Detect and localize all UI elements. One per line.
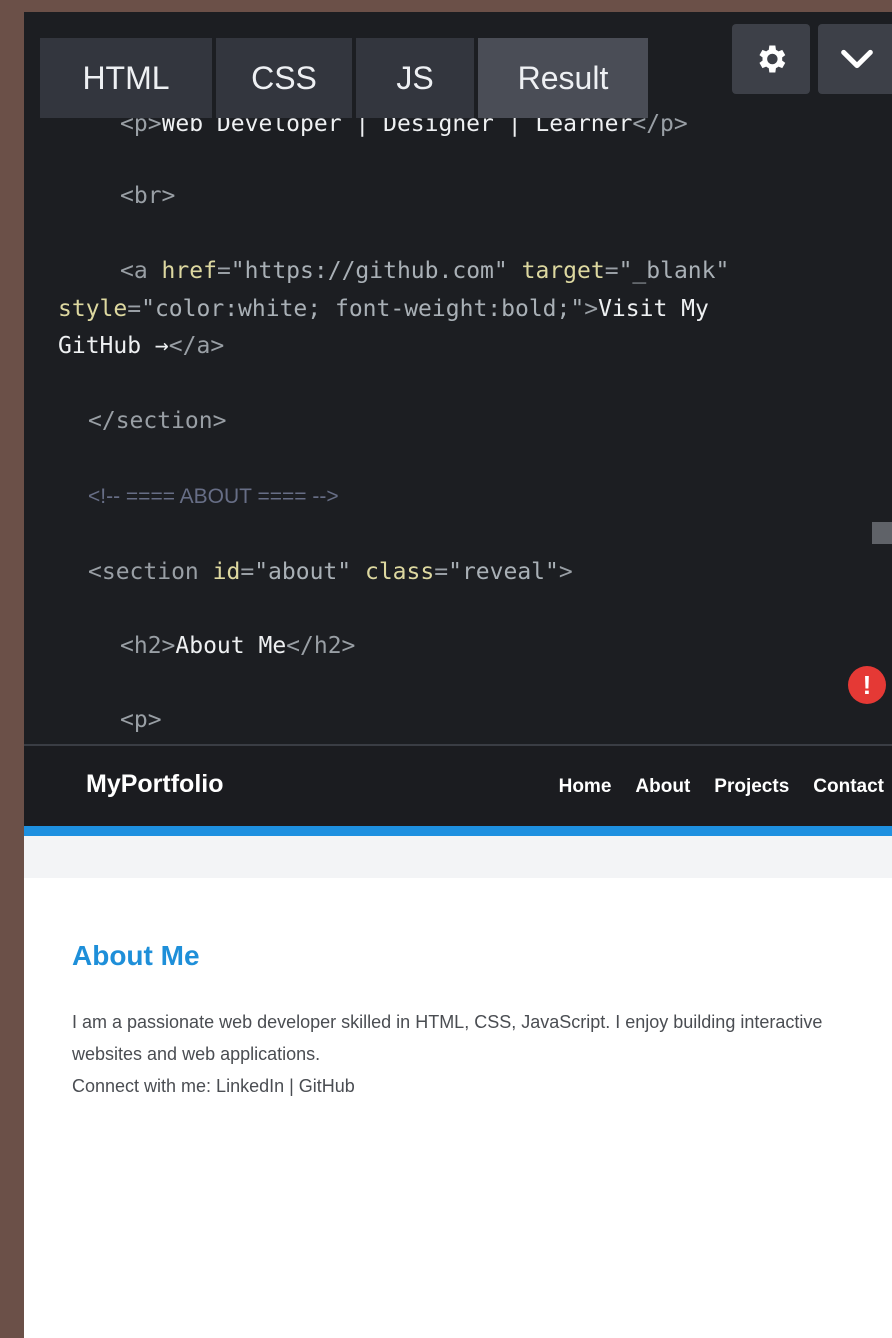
nav-link-home[interactable]: Home xyxy=(559,776,612,798)
tab-result[interactable]: Result xyxy=(478,38,648,118)
about-paragraph: I am a passionate web developer skilled … xyxy=(72,1006,832,1102)
code-token: id xyxy=(212,559,241,585)
chevron-down-icon xyxy=(841,49,873,69)
code-token: target xyxy=(521,258,605,284)
about-heading: About Me xyxy=(72,940,200,971)
tab-css[interactable]: CSS xyxy=(216,38,352,118)
code-token: <br> xyxy=(120,183,176,209)
code-token: </h2> xyxy=(286,633,356,659)
site-navbar: MyPortfolio Home About Projects Contact xyxy=(24,744,892,826)
code-line: <p> xyxy=(120,702,162,738)
nav-link-about[interactable]: About xyxy=(635,776,690,798)
nav-accent-bar xyxy=(24,826,892,836)
code-line: GitHub →</a> xyxy=(58,328,224,364)
code-line: style="color:white; font-weight:bold;">V… xyxy=(58,291,709,327)
section-band xyxy=(24,836,892,878)
error-badge[interactable]: ! xyxy=(848,666,886,704)
editor-scrollbar[interactable] xyxy=(872,522,892,544)
code-line: </section> xyxy=(88,403,226,439)
code-token: </a> xyxy=(168,333,225,359)
code-token: "https://github.com" xyxy=(230,258,508,284)
code-token: GitHub → xyxy=(58,333,169,359)
code-token: "_blank" xyxy=(618,258,730,284)
code-token: "color:white; font-weight:bold;" xyxy=(141,296,585,322)
code-token: <section xyxy=(88,559,213,585)
code-token: </section> xyxy=(88,408,227,434)
editor-tabs: HTML CSS JS Result xyxy=(40,38,648,118)
nav-link-contact[interactable]: Contact xyxy=(813,776,884,798)
code-token: = xyxy=(604,258,619,284)
code-token: <a xyxy=(120,258,162,284)
collapse-button[interactable] xyxy=(818,24,892,94)
code-line: <!-- ==== ABOUT ==== --> xyxy=(88,478,339,515)
code-line: <a href="https://github.com" target="_bl… xyxy=(120,253,729,289)
codepen-embed: <p>Web Developer | Designer | Learner</p… xyxy=(24,12,892,1338)
code-token: <p> xyxy=(120,707,162,733)
code-token: style xyxy=(58,296,128,322)
result-preview: MyPortfolio Home About Projects Contact … xyxy=(24,744,892,1338)
code-token: Visit My xyxy=(598,296,709,322)
code-editor[interactable]: <p>Web Developer | Designer | Learner</p… xyxy=(24,12,892,744)
code-token: "reveal" xyxy=(448,559,559,585)
code-token: "about" xyxy=(254,559,352,585)
code-token: > xyxy=(558,559,573,585)
tab-js[interactable]: JS xyxy=(356,38,474,118)
code-token: About Me xyxy=(175,633,287,659)
code-token: = xyxy=(127,296,142,322)
tab-html[interactable]: HTML xyxy=(40,38,212,118)
site-brand[interactable]: MyPortfolio xyxy=(86,770,224,799)
code-line: <h2>About Me</h2> xyxy=(120,628,355,664)
code-token: = xyxy=(216,258,231,284)
connect-text: Connect with me: LinkedIn | GitHub xyxy=(72,1076,355,1096)
code-token: href xyxy=(161,258,217,284)
nav-links: Home About Projects Contact xyxy=(559,776,884,798)
code-line: <section id="about" class="reveal"> xyxy=(88,554,573,590)
nav-link-projects[interactable]: Projects xyxy=(714,776,789,798)
code-token: class xyxy=(364,559,435,585)
code-token: = xyxy=(240,559,255,585)
code-line: <br> xyxy=(120,178,175,214)
gear-icon xyxy=(759,45,786,73)
about-text: I am a passionate web developer skilled … xyxy=(72,1012,823,1064)
code-token: > xyxy=(584,296,599,322)
code-comment: <!-- ==== ABOUT ==== --> xyxy=(88,485,339,508)
code-token: = xyxy=(434,559,449,585)
settings-button[interactable] xyxy=(732,24,810,94)
code-token: <h2> xyxy=(120,633,176,659)
